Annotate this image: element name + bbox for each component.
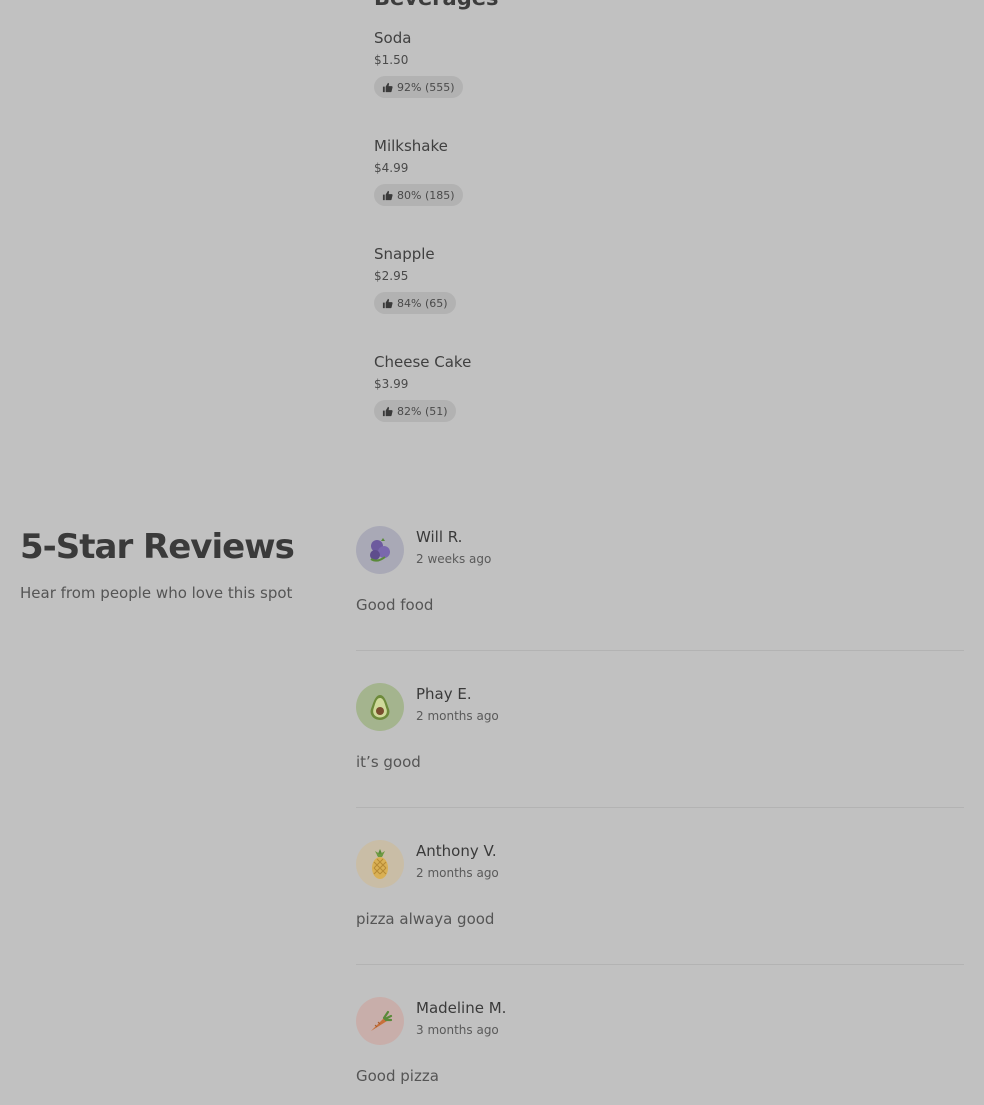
review-text: Good food [356,596,434,614]
review-date: 2 months ago [416,709,499,723]
author-block: Phay E. 2 months ago [416,683,499,724]
carrot-icon [371,1010,393,1031]
pineapple-icon [372,849,388,879]
review-author: Will R. [416,528,463,546]
menu-item-price: $2.95 [374,269,409,283]
review-card: Anthony V. 2 months ago pizza alwaya goo… [356,840,964,997]
menu-item-price: $1.50 [374,53,409,67]
menu-item-price: $3.99 [374,377,409,391]
menu-item-name: Cheese Cake [374,353,472,371]
avatar [356,683,404,731]
rating-badge: 82% (51) [374,400,456,422]
menu-item[interactable]: Snapple $2.95 84% (65) [374,244,774,352]
review-text: it’s good [356,753,421,771]
thumbs-up-icon [382,82,393,92]
avatar [356,526,404,574]
author-block: Anthony V. 2 months ago [416,840,499,881]
menu-section-title: Beverages [374,0,498,10]
divider [356,650,964,651]
rating-badge: 84% (65) [374,292,456,314]
review-author: Phay E. [416,685,472,703]
menu-item-price: $4.99 [374,161,409,175]
review-text: Good pizza [356,1067,439,1085]
author-block: Will R. 2 weeks ago [416,526,491,567]
page: Beverages Soda $1.50 92% (555) Milkshake… [0,0,984,1105]
rating-text: 92% (555) [397,80,455,94]
thumbs-up-icon [382,406,393,416]
review-author: Madeline M. [416,999,507,1017]
review-author: Anthony V. [416,842,497,860]
review-date: 2 weeks ago [416,552,492,566]
review-card: Madeline M. 3 months ago Good pizza [356,997,964,1105]
avatar [356,840,404,888]
review-header: Anthony V. 2 months ago [356,840,964,888]
divider [356,964,964,965]
review-header: Phay E. 2 months ago [356,683,964,731]
review-text: pizza alwaya good [356,910,495,928]
review-list: Will R. 2 weeks ago Good food Phay E. 2 … [356,526,964,1105]
rating-badge: 92% (555) [374,76,463,98]
thumbs-up-icon [382,298,393,308]
review-header: Madeline M. 3 months ago [356,997,964,1045]
avocado-icon [370,695,390,720]
menu-item-list: Soda $1.50 92% (555) Milkshake $4.99 80%… [374,28,774,460]
rating-badge: 80% (185) [374,184,463,206]
divider [356,807,964,808]
menu-item-name: Snapple [374,245,435,263]
review-date: 3 months ago [416,1023,499,1037]
rating-text: 82% (51) [397,404,448,418]
menu-item[interactable]: Soda $1.50 92% (555) [374,28,774,136]
rating-text: 80% (185) [397,188,455,202]
review-card: Phay E. 2 months ago it’s good [356,683,964,840]
rating-text: 84% (65) [397,296,448,310]
review-card: Will R. 2 weeks ago Good food [356,526,964,683]
avatar [356,997,404,1045]
author-block: Madeline M. 3 months ago [416,997,506,1038]
reviews-title: 5-Star Reviews [20,527,295,567]
menu-item[interactable]: Cheese Cake $3.99 82% (51) [374,352,774,460]
review-date: 2 months ago [416,866,499,880]
menu-item[interactable]: Milkshake $4.99 80% (185) [374,136,774,244]
review-header: Will R. 2 weeks ago [356,526,964,574]
blueberry-icon [370,538,390,562]
thumbs-up-icon [382,190,393,200]
reviews-subtitle: Hear from people who love this spot [20,584,293,602]
menu-item-name: Milkshake [374,137,448,155]
menu-item-name: Soda [374,29,412,47]
